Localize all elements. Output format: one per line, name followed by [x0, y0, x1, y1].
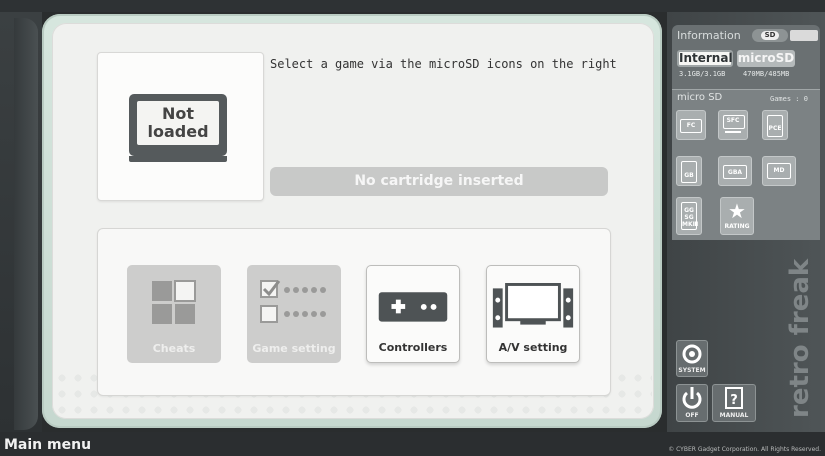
system-label: SYSTEM [678, 367, 706, 374]
system-pce-button[interactable]: PCE [762, 110, 788, 140]
av-setting-button[interactable]: A/V setting [486, 265, 580, 363]
system-sfc-label: SFC [726, 117, 740, 124]
system-sfc-button[interactable]: SFC [718, 110, 748, 140]
system-gba-label: GBA [727, 169, 743, 176]
power-off-button[interactable]: OFF [676, 384, 708, 422]
power-icon [682, 387, 702, 409]
footer-title: Main menu [4, 437, 92, 453]
sd-status-chip: SD [752, 29, 788, 42]
controllers-label: Controllers [378, 341, 448, 354]
top-bar [0, 0, 825, 12]
internal-capacity: 3.1GB/3.1GB [679, 70, 726, 78]
cheats-icon [152, 280, 196, 324]
cartridge-status: No cartridge inserted [270, 167, 608, 196]
gear-icon [682, 344, 702, 364]
games-count: Games : 0 [770, 95, 808, 103]
checklist-icon [260, 280, 326, 323]
rating-label: RATING [724, 223, 750, 230]
system-pce-label: PCE [768, 125, 782, 132]
information-title: Information [677, 29, 741, 42]
system-gg-sg-mk3-button[interactable]: GG SG MKⅢ [676, 197, 702, 235]
device-icon [790, 30, 818, 41]
instruction-text: Select a game via the microSD icons on t… [270, 57, 617, 71]
system-gb-button[interactable]: GB [676, 156, 702, 186]
cartridge-label: Not loaded [137, 101, 219, 145]
av-setting-label: A/V setting [498, 341, 568, 354]
rating-button[interactable]: ★ RATING [720, 197, 754, 235]
cheats-button[interactable]: Cheats [127, 265, 221, 363]
controller-icon [378, 292, 448, 322]
manual-icon: ? [725, 387, 743, 409]
game-setting-label: Game setting [252, 342, 336, 355]
cartridge-preview: Not loaded [97, 52, 264, 201]
svg-text:?: ? [730, 393, 738, 408]
star-icon: ★ [728, 199, 746, 223]
brand-text: retro freak [785, 258, 815, 418]
sd-chip-label: SD [761, 31, 779, 40]
controllers-button[interactable]: Controllers [366, 265, 460, 363]
brand-logo: retro freak [785, 258, 815, 418]
manual-label: MANUAL [719, 412, 749, 419]
system-gb-label: GB [684, 172, 694, 179]
system-gba-button[interactable]: GBA [718, 156, 752, 186]
cartridge-icon: Not loaded [129, 94, 227, 162]
system-fc-button[interactable]: FC [676, 110, 706, 140]
microsd-storage-tab[interactable]: microSD [737, 50, 795, 67]
game-setting-button[interactable]: Game setting [247, 265, 341, 363]
system-settings-button[interactable]: SYSTEM [676, 340, 708, 377]
system-fc-label: FC [686, 122, 696, 129]
system-md-button[interactable]: MD [762, 156, 796, 186]
cheats-label: Cheats [152, 342, 196, 355]
off-label: OFF [685, 412, 699, 419]
left-scroll-rail [14, 18, 38, 430]
manual-button[interactable]: ? MANUAL [712, 384, 756, 422]
system-gg-sg-mk3-label: GG SG MKⅢ [682, 207, 699, 228]
tv-speakers-icon [492, 283, 574, 328]
microsd-title: micro SD [677, 92, 723, 103]
system-md-label: MD [773, 167, 785, 174]
internal-storage-tab[interactable]: Internal [677, 50, 733, 67]
left-edge [0, 12, 42, 432]
copyright-text: © CYBER Gadget Corporation. All Rights R… [668, 446, 821, 453]
microsd-capacity: 470MB/485MB [743, 70, 790, 78]
